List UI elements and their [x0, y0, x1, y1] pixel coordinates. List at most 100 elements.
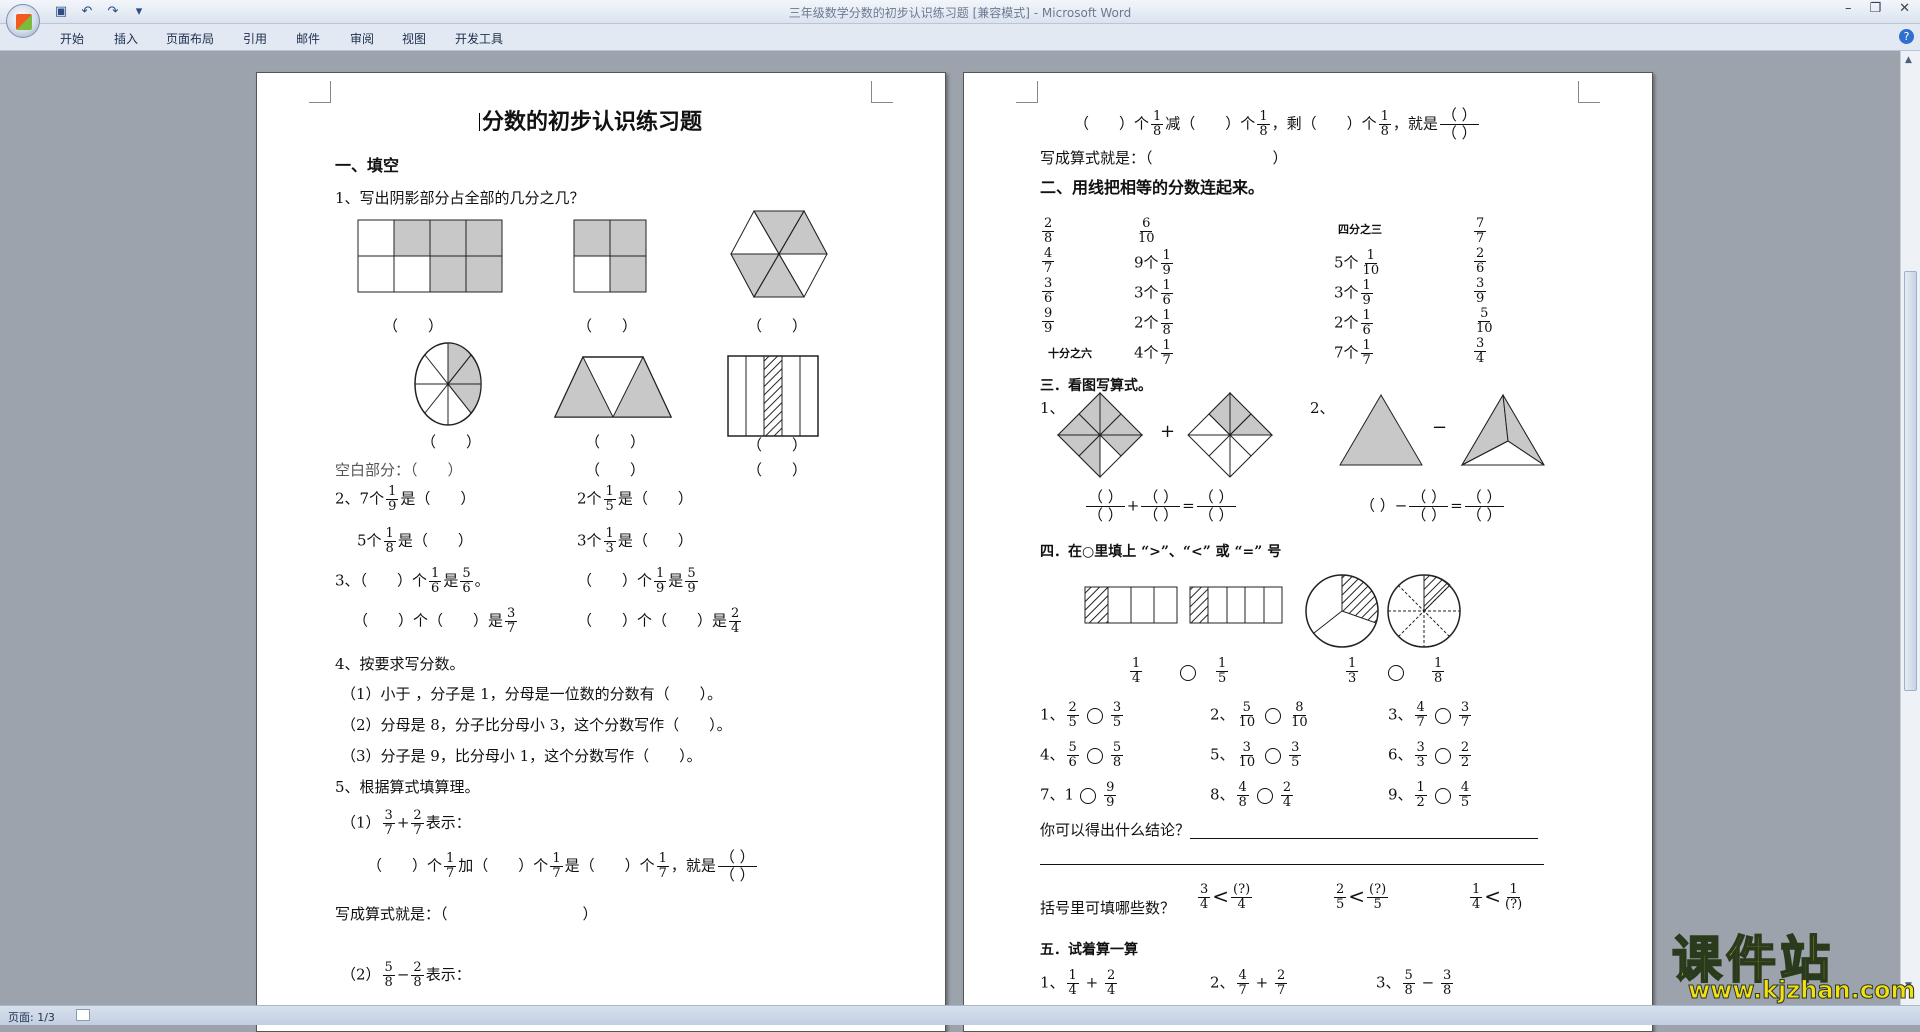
equation-blanks-2[interactable]: （ ）− （ ）（ ） = （ ）（ ）	[1360, 489, 1506, 524]
fraction: 25	[1334, 882, 1347, 912]
answer-blank[interactable]: （ ）	[383, 317, 443, 335]
office-button[interactable]	[6, 4, 40, 38]
help-icon[interactable]: ?	[1899, 29, 1914, 44]
figure-square-4	[573, 219, 647, 293]
fraction: 18	[1432, 656, 1445, 686]
answer-blank[interactable]: （ ）	[421, 433, 481, 451]
tab-review[interactable]: 审阅	[350, 30, 374, 47]
tab-mailings[interactable]: 邮件	[296, 30, 320, 47]
vertical-scrollbar[interactable]: ▲ ▼	[1900, 51, 1920, 1005]
question-5-1-formula[interactable]: 写成算式就是：（ ）	[335, 905, 598, 923]
conclusion-line[interactable]	[1040, 847, 1544, 865]
match-item: 3个 1 6	[1134, 278, 1173, 308]
figure-ellipse-8	[414, 342, 482, 426]
close-icon[interactable]: ✕	[1899, 1, 1910, 16]
answer-blank[interactable]: （ ）	[577, 317, 637, 335]
compare-item: 3、 4 7 3 7	[1388, 700, 1472, 730]
question-4-3: （3）分子是 9，比分母小 1，这个分数写作（ ）。	[341, 747, 702, 765]
question-5-2: （2） 5 8−2 8 表示：	[341, 960, 471, 990]
answer-blank[interactable]: （ ）	[747, 317, 807, 335]
fraction: 99	[1042, 306, 1055, 336]
fraction: 22	[1458, 740, 1472, 770]
match-item: 99	[1040, 307, 1056, 336]
equation-blanks-1[interactable]: （ ）（ ） + （ ）（ ） = （ ）（ ）	[1084, 489, 1238, 524]
watermark-url: www.kjzhan.com	[1687, 976, 1916, 1005]
fraction: 24	[1280, 780, 1294, 810]
fraction: 45	[1458, 780, 1472, 810]
page-indicator[interactable]: 页面: 1/3	[8, 1009, 55, 1025]
figure-trapezoid-3	[553, 355, 673, 418]
compare-circle-blank[interactable]	[1434, 747, 1451, 764]
question-4-2: （2）分母是 8，分子比分母小 3，这个分数写作（ ）。	[341, 716, 732, 734]
inequality: 2 5 < (?) 5	[1334, 882, 1389, 912]
tab-home[interactable]: 开始	[60, 30, 84, 47]
compare-circle-blank[interactable]	[1256, 787, 1273, 804]
figure-triangle-b	[1460, 393, 1545, 467]
match-item: 2个 1 6	[1334, 308, 1373, 338]
compare-item: 5、 3 10 3 5	[1210, 740, 1302, 770]
figure-circles-compare	[1305, 574, 1461, 648]
compare-circle-blank[interactable]	[1080, 787, 1097, 804]
blank-part-label[interactable]: 空白部分：（ ）	[335, 461, 463, 479]
macro-icon[interactable]	[76, 1009, 90, 1021]
compare-circle-blank[interactable]	[1265, 707, 1282, 724]
question-2b: 2个 1 5 是（ ）	[577, 484, 693, 514]
compare-circle-blank[interactable]	[1434, 707, 1451, 724]
calc-item: 3、 5 8 − 38	[1376, 968, 1454, 998]
figure-rectangle-8	[357, 219, 503, 293]
subtraction-formula[interactable]: 写成算式就是：（ ）	[1040, 149, 1288, 167]
compare-circle-blank[interactable]	[1086, 747, 1103, 764]
compare-circle-blank[interactable]	[1265, 747, 1282, 764]
tab-page-layout[interactable]: 页面布局	[166, 30, 214, 47]
compare-circle-blank[interactable]	[1388, 665, 1404, 681]
fraction: 35	[1289, 740, 1302, 770]
figure-hexagon-6	[730, 209, 828, 299]
fraction: 8 10	[1291, 700, 1308, 730]
conclusion-prompt[interactable]: 你可以得出什么结论？	[1040, 821, 1539, 839]
answer-blank[interactable]: （ ）	[747, 461, 807, 479]
tab-references[interactable]: 引用	[243, 30, 267, 47]
fraction: 13	[1346, 656, 1359, 686]
question-5: 5、根据算式填算理。	[335, 778, 480, 796]
fraction: 14	[1470, 882, 1483, 912]
page-2: （ ）个 1 8 减（ ）个 1 8 ，剩（ ）个 1 8 ，就是（ ）（ ） 写成算式就是：（ …	[963, 72, 1653, 1032]
minimize-icon[interactable]: –	[1845, 1, 1852, 16]
scroll-thumb[interactable]	[1904, 271, 1917, 691]
fraction: 36	[1042, 276, 1055, 306]
answer-blank[interactable]: （ ）	[585, 461, 645, 479]
scroll-up-icon[interactable]: ▲	[1905, 55, 1912, 65]
compare-circle-blank[interactable]	[1086, 707, 1103, 724]
crop-mark	[1016, 81, 1038, 103]
section-3-item-2: 2、	[1310, 399, 1335, 417]
fraction: 34	[1474, 336, 1487, 366]
compare-fraction: 14	[1128, 657, 1144, 686]
answer-blank[interactable]: （ ）	[585, 433, 645, 451]
minus-sign: −	[1432, 417, 1448, 438]
compare-circle-blank[interactable]	[1434, 787, 1451, 804]
match-item: 77	[1472, 217, 1488, 246]
subtraction-explanation: （ ）个 1 8 减（ ）个 1 8 ，剩（ ）个 1 8 ，就是（ ）（ ）	[1074, 106, 1479, 142]
answer-blank[interactable]: （ ）	[747, 436, 807, 454]
fraction: 5 10	[1476, 306, 1493, 336]
fraction: 33	[1414, 740, 1427, 770]
title-bar: ▣ ↶ ↷ ▾ 三年级数学分数的初步认识练习题 [兼容模式] - Microso…	[0, 0, 1920, 38]
fraction: (?) 5	[1367, 882, 1389, 912]
compare-circle-blank[interactable]	[1180, 665, 1196, 681]
tab-developer[interactable]: 开发工具	[455, 30, 503, 47]
question-5-1: （1） 3 7 +2 7 表示：	[341, 808, 471, 838]
tab-insert[interactable]: 插入	[114, 30, 138, 47]
fraction: 26	[1474, 246, 1487, 276]
calc-item: 2、 4 7 + 27	[1210, 968, 1288, 998]
match-item: 5 10	[1472, 307, 1497, 336]
question-1: 1、写出阴影部分占全部的几分之几？	[335, 189, 585, 207]
restore-icon[interactable]: ❐	[1869, 1, 1881, 16]
tab-view[interactable]: 视图	[402, 30, 426, 47]
status-bar: 页面: 1/3	[0, 1005, 1920, 1025]
compare-item: 6、 3 3 2 2	[1388, 740, 1472, 770]
match-item: 3个 1 9	[1334, 278, 1373, 308]
fraction: 12	[1414, 780, 1427, 810]
compare-item: 1、 2 5 3 5	[1040, 700, 1124, 730]
question-3c: （ ）个（ ）是 3 7	[353, 606, 518, 636]
compare-item: 7、1 9 9	[1040, 780, 1117, 810]
ribbon-tabs: 开始 插入 页面布局 引用 邮件 审阅 视图 开发工具 ?	[0, 24, 1920, 51]
